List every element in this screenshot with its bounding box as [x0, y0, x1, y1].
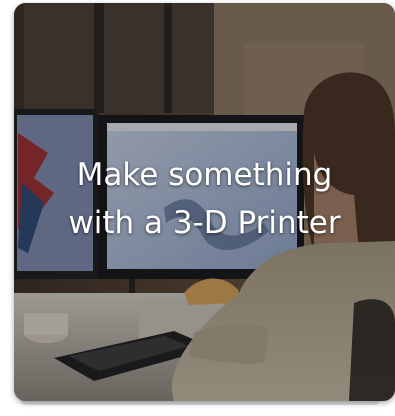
- card-title-line-2: with a 3-D Printer: [68, 205, 341, 241]
- card-title: Make something with a 3-D Printer: [14, 151, 395, 247]
- activity-card[interactable]: Make something with a 3-D Printer: [14, 3, 395, 401]
- card-title-line-1: Make something: [76, 157, 333, 193]
